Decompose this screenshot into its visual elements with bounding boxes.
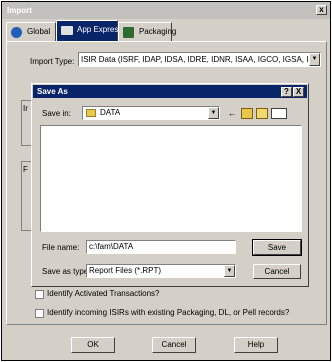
save-as-help-button[interactable]: ? xyxy=(281,87,292,97)
window-close-button[interactable]: x xyxy=(316,5,327,15)
tab-app-express[interactable]: App Express xyxy=(56,20,122,42)
import-type-dropdown-button[interactable]: ▼ xyxy=(309,53,320,66)
chevron-down-icon: ▼ xyxy=(311,56,318,62)
globe-icon xyxy=(11,27,22,38)
save-as-title-bar: Save As xyxy=(33,85,307,98)
help-icon: ? xyxy=(284,87,289,96)
import-type-value: ISIR Data (ISRF, IDAP, IDSA, IDRE, IDNR,… xyxy=(81,55,321,64)
file-name-label: File name: xyxy=(42,243,80,252)
help-button[interactable]: Help xyxy=(234,337,278,353)
save-as-title: Save As xyxy=(37,87,68,96)
view-menu-icon[interactable] xyxy=(271,108,287,119)
tab-global[interactable]: Global xyxy=(6,22,56,42)
tab-packaging-label: Packaging xyxy=(139,27,177,36)
up-folder-icon[interactable] xyxy=(241,108,253,119)
import-type-select[interactable]: ISIR Data (ISRF, IDAP, IDSA, IDRE, IDNR,… xyxy=(78,52,321,67)
save-as-type-dropdown-button[interactable]: ▼ xyxy=(224,265,235,277)
back-arrow-icon[interactable]: ← xyxy=(226,108,238,119)
save-as-cancel-button[interactable]: Cancel xyxy=(253,264,301,279)
close-icon: X xyxy=(295,87,302,96)
group-box-2-label: F xyxy=(23,165,28,174)
save-as-dialog: Save As ? X Save in: DATA ▼ ← File name:… xyxy=(31,83,309,287)
window-title-bar: Import xyxy=(2,2,330,19)
save-as-type-label: Save as type: xyxy=(42,267,91,276)
identify-activated-label: Identify Activated Transactions? xyxy=(47,289,160,298)
identify-incoming-checkbox[interactable] xyxy=(35,309,44,318)
tab-global-label: Global xyxy=(27,27,51,36)
save-button[interactable]: Save xyxy=(252,239,302,256)
chevron-down-icon: ▼ xyxy=(226,268,233,274)
tab-packaging[interactable]: Packaging xyxy=(118,22,176,42)
save-in-select[interactable]: DATA ▼ xyxy=(82,106,220,120)
new-folder-icon[interactable] xyxy=(256,108,268,119)
save-in-label: Save in: xyxy=(42,109,71,118)
cancel-button[interactable]: Cancel xyxy=(152,337,196,353)
chevron-down-icon: ▼ xyxy=(210,110,217,116)
ok-button[interactable]: OK xyxy=(71,337,115,353)
window-title: Import xyxy=(7,6,32,15)
save-as-close-button[interactable]: X xyxy=(293,87,304,97)
file-list[interactable] xyxy=(40,125,302,232)
file-name-value: c:\fam\DATA xyxy=(89,242,134,251)
tab-app-express-label: App Express xyxy=(77,25,123,34)
save-as-type-value: Report Files (*.RPT) xyxy=(89,266,162,275)
import-type-label: Import Type: xyxy=(30,57,75,66)
identify-activated-checkbox[interactable] xyxy=(35,290,44,299)
group-box-1-label: Ir xyxy=(23,104,28,113)
save-in-dropdown-button[interactable]: ▼ xyxy=(208,107,219,119)
folder-icon xyxy=(86,109,96,117)
close-icon: x xyxy=(319,5,324,14)
file-name-input[interactable]: c:\fam\DATA xyxy=(86,240,236,254)
packaging-icon xyxy=(123,27,134,38)
save-in-value: DATA xyxy=(100,108,121,117)
save-as-type-select[interactable]: Report Files (*.RPT) ▼ xyxy=(86,264,236,278)
app-express-icon xyxy=(61,26,73,35)
identify-incoming-label: Identify incoming ISIRs with existing Pa… xyxy=(47,308,290,317)
